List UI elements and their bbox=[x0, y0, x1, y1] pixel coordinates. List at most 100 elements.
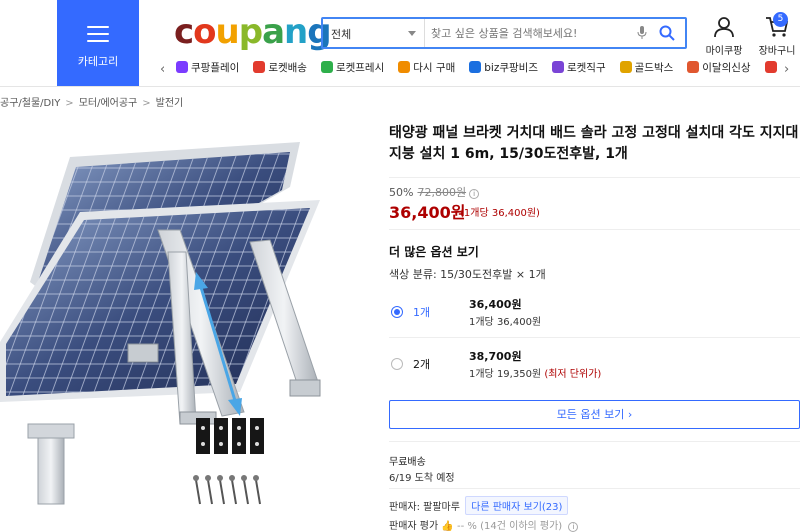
all-options-button[interactable]: 모든 옵션 보기 › bbox=[389, 400, 800, 429]
radio-unselected[interactable] bbox=[391, 358, 403, 370]
nav-item-label: 로켓프레시 bbox=[335, 62, 385, 74]
mypage-button[interactable]: 마이쿠팡 bbox=[702, 16, 746, 57]
product-image[interactable] bbox=[0, 112, 372, 532]
logo-letter: n bbox=[284, 12, 308, 52]
sale-price: 36,400원 bbox=[389, 203, 466, 222]
breadcrumb-item[interactable]: 발전기 bbox=[156, 98, 184, 109]
logo-letter: a bbox=[262, 12, 285, 52]
logo-letter: p bbox=[238, 12, 263, 52]
cart-button[interactable]: 5 장바구니 bbox=[754, 12, 800, 57]
option-unit-price: 1개당 36,400원 bbox=[469, 317, 542, 328]
search-input[interactable] bbox=[431, 19, 631, 47]
rocket-fresh-icon bbox=[320, 61, 333, 73]
option-item[interactable]: 2개 38,700원 1개당 19,350원 (최저 단위가) bbox=[389, 340, 800, 388]
rocket-icon bbox=[253, 61, 266, 73]
product-info: 태양광 패널 브라켓 거치대 배드 솔라 고정 고정대 설치대 각도 지지대 지… bbox=[389, 123, 800, 165]
nav-item[interactable]: 로켓프레시 bbox=[320, 60, 385, 75]
option-qty: 1개 bbox=[413, 306, 431, 319]
logo-letter: c bbox=[174, 12, 194, 52]
nav-item[interactable]: 골드박스 bbox=[619, 60, 674, 75]
original-price: 72,800원 bbox=[417, 186, 467, 199]
shipping-badge: 무료배송 bbox=[389, 457, 426, 468]
new-icon bbox=[687, 61, 700, 73]
mypage-label: 마이쿠팡 bbox=[705, 46, 743, 57]
nav-item-label: biz쿠팡비즈 bbox=[484, 62, 538, 74]
search-icon[interactable] bbox=[659, 25, 675, 41]
global-icon bbox=[551, 61, 564, 73]
search-bar: 전체 bbox=[321, 17, 687, 49]
color-option-summary: 색상 분류: 15/30도전후발 × 1개 bbox=[389, 268, 546, 281]
seller-name: 판매자: 팔팔마루 bbox=[389, 502, 460, 513]
header: 카테고리 coupang 전체 마이쿠팡 5 장바구 bbox=[0, 0, 800, 86]
nav-item[interactable]: 로켓배송 bbox=[253, 60, 307, 75]
coupang-logo[interactable]: coupang bbox=[174, 12, 332, 52]
nav-item[interactable] bbox=[764, 61, 780, 74]
microphone-icon[interactable] bbox=[637, 26, 647, 40]
cart-label: 장바구니 bbox=[758, 46, 796, 57]
product-title: 태양광 패널 브라켓 거치대 배드 솔라 고정 고정대 설치대 각도 지지대 지… bbox=[389, 125, 799, 162]
option-unit-price: 1개당 19,350원 (최저 단위가) bbox=[469, 369, 602, 380]
chevron-right-icon[interactable]: › bbox=[784, 62, 789, 77]
nav-item[interactable]: 이달의신상 bbox=[687, 60, 751, 75]
person-icon bbox=[714, 17, 734, 38]
nav-item-label: 쿠팡플레이 bbox=[191, 62, 240, 74]
seller-row: 판매자: 팔팔마루 다른 판매자 보기(23) bbox=[389, 496, 569, 515]
info-icon[interactable]: i bbox=[469, 189, 480, 199]
seller-rating-value: -- % bbox=[457, 521, 477, 532]
breadcrumb-item[interactable]: 모터/에어공구 bbox=[79, 98, 138, 109]
nav-item-label: 로켓배송 bbox=[268, 62, 307, 74]
seller-rating-note: (14건 이하의 평가) bbox=[480, 521, 563, 532]
search-category-select[interactable]: 전체 bbox=[323, 19, 425, 47]
biz-icon bbox=[469, 61, 482, 73]
breadcrumb-separator: > bbox=[65, 98, 74, 109]
lowest-unit-tag: (최저 단위가) bbox=[544, 369, 602, 380]
home-icon bbox=[398, 61, 411, 73]
chevron-left-icon[interactable]: ‹ bbox=[160, 62, 165, 77]
more-options-title: 더 많은 옵션 보기 bbox=[389, 245, 479, 259]
seller-rating-row: 판매자 평가 👍 -- % (14건 이하의 평가) i bbox=[389, 517, 579, 532]
price-divider bbox=[389, 229, 800, 230]
other-sellers-button[interactable]: 다른 판매자 보기(23) bbox=[465, 496, 569, 515]
category-label: 카테고리 bbox=[77, 55, 119, 68]
breadcrumb-separator: > bbox=[142, 98, 151, 109]
hamburger-icon bbox=[87, 26, 109, 42]
nav-item[interactable]: biz쿠팡비즈 bbox=[469, 60, 538, 75]
breadcrumb: 공구/철물/DIY > 모터/에어공구 > 발전기 bbox=[0, 94, 183, 109]
seller-divider bbox=[389, 488, 800, 489]
category-menu-button[interactable]: 카테고리 bbox=[57, 0, 139, 86]
arrival-date: 6/19 도착 예정 bbox=[389, 473, 455, 484]
option-qty: 2개 bbox=[413, 358, 431, 371]
logo-letter: u bbox=[215, 12, 240, 52]
nav-item-label: 다시 구매 bbox=[413, 62, 456, 74]
info-divider bbox=[389, 177, 800, 178]
header-divider bbox=[0, 86, 800, 87]
radio-selected[interactable] bbox=[391, 306, 403, 318]
seller-rating-label: 판매자 평가 bbox=[389, 521, 439, 532]
option-divider bbox=[389, 337, 800, 338]
nav-item-label: 이달의신상 bbox=[702, 62, 751, 74]
chevron-down-icon bbox=[408, 31, 416, 36]
info-icon[interactable]: i bbox=[568, 522, 579, 532]
option-price: 36,400원 bbox=[469, 298, 522, 311]
nav-item[interactable]: 쿠팡플레이 bbox=[176, 60, 239, 75]
logo-letter: o bbox=[193, 12, 216, 52]
thumb-icon: 👍 bbox=[441, 521, 454, 532]
option-price: 38,700원 bbox=[469, 350, 522, 363]
nav-item[interactable]: 로켓직구 bbox=[551, 60, 606, 75]
search-category-value: 전체 bbox=[331, 28, 352, 41]
unit-price: (1개당 36,400원) bbox=[460, 208, 540, 219]
option-item[interactable]: 1개 36,400원 1개당 36,400원 bbox=[389, 288, 800, 336]
gift-icon bbox=[764, 61, 777, 73]
cart-count-badge: 5 bbox=[773, 12, 788, 27]
solar-panel-bracket-image bbox=[0, 142, 321, 505]
shipping-divider bbox=[389, 441, 800, 442]
discount-rate: 50% bbox=[389, 186, 414, 199]
nav-item[interactable]: 다시 구매 bbox=[398, 60, 455, 75]
shortcut-nav: ‹ 쿠팡플레이 로켓배송 로켓프레시 다시 구매 biz쿠팡비즈 로켓직구 골드박스 이달의신… bbox=[160, 60, 800, 80]
goldbox-icon bbox=[619, 61, 632, 73]
nav-item-label: 골드박스 bbox=[634, 62, 674, 74]
nav-item-label: 로켓직구 bbox=[566, 62, 606, 74]
discount-row: 50% 72,800원 i bbox=[389, 184, 480, 200]
nav-items: 쿠팡플레이 로켓배송 로켓프레시 다시 구매 biz쿠팡비즈 로켓직구 골드박스 이달의신상 bbox=[176, 60, 794, 75]
breadcrumb-item[interactable]: 공구/철물/DIY bbox=[0, 98, 60, 109]
